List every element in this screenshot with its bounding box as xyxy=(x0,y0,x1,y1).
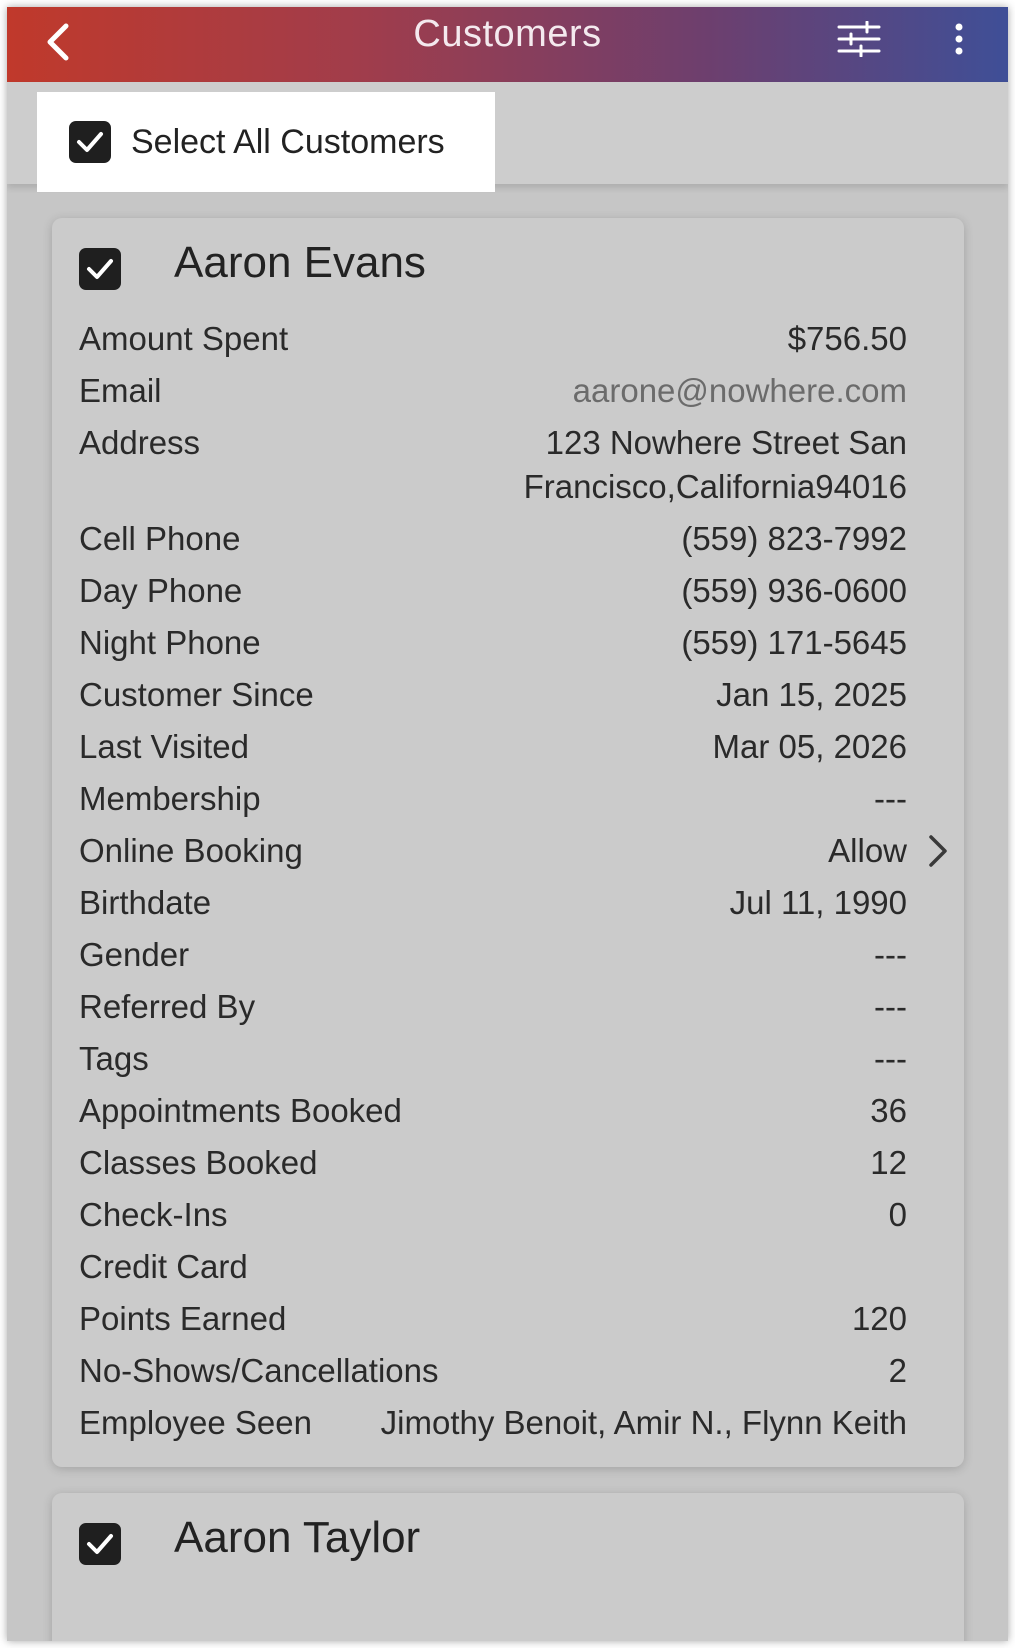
detail-row-check-ins: Check-Ins 0 xyxy=(79,1189,907,1241)
detail-row-membership: Membership --- xyxy=(79,773,907,825)
detail-value: Jan 15, 2025 xyxy=(716,676,907,713)
more-button[interactable] xyxy=(944,17,974,61)
detail-label: Email xyxy=(79,372,162,409)
detail-label: Amount Spent xyxy=(79,320,289,357)
detail-row-points-earned: Points Earned 120 xyxy=(79,1293,907,1345)
customer-checkbox[interactable] xyxy=(79,248,121,290)
checkmark-icon xyxy=(77,132,103,152)
detail-row-online-booking[interactable]: Online Booking Allow xyxy=(79,825,947,877)
email-link[interactable]: aarone@nowhere.com xyxy=(573,365,907,417)
detail-row-amount-spent: Amount Spent $756.50 xyxy=(79,313,907,365)
detail-row-credit-card: Credit Card xyxy=(79,1241,907,1293)
detail-value: Mar 05, 2026 xyxy=(712,728,907,765)
detail-label: Last Visited xyxy=(79,728,249,765)
detail-label: Birthdate xyxy=(79,884,212,921)
detail-row-gender: Gender --- xyxy=(79,929,907,981)
detail-row-no-shows: No-Shows/Cancellations 2 xyxy=(79,1345,907,1397)
detail-label: Cell Phone xyxy=(79,520,241,557)
detail-row-address: Address 123 Nowhere Street San Francisco… xyxy=(79,417,907,509)
more-vertical-icon xyxy=(955,23,963,55)
customer-card-header xyxy=(79,1523,121,1565)
detail-row-day-phone: Day Phone (559) 936-0600 xyxy=(79,565,907,617)
detail-value: --- xyxy=(874,780,907,817)
detail-row-night-phone: Night Phone (559) 171-5645 xyxy=(79,617,907,669)
checkmark-icon xyxy=(87,1534,113,1554)
customer-name: Aaron Evans xyxy=(174,238,426,287)
detail-label: Online Booking xyxy=(79,832,303,869)
detail-row-birthdate: Birthdate Jul 11, 1990 xyxy=(79,877,907,929)
sliders-icon xyxy=(837,21,881,57)
chevron-right-icon[interactable] xyxy=(923,831,953,871)
detail-label: Membership xyxy=(79,780,261,817)
detail-label: Classes Booked xyxy=(79,1144,318,1181)
customer-details: Amount Spent $756.50 Email aarone@nowher… xyxy=(79,313,947,1449)
detail-label: Credit Card xyxy=(79,1248,248,1285)
customer-card[interactable]: Aaron Evans Amount Spent $756.50 Email a… xyxy=(52,218,964,1467)
detail-label: No-Shows/Cancellations xyxy=(79,1352,439,1389)
detail-label: Day Phone xyxy=(79,572,243,609)
detail-value: (559) 936-0600 xyxy=(681,572,907,609)
detail-label: Gender xyxy=(79,936,190,973)
detail-value: Jul 11, 1990 xyxy=(729,884,907,921)
detail-label: Check-Ins xyxy=(79,1196,228,1233)
detail-value: 120 xyxy=(851,1300,907,1337)
detail-label: Customer Since xyxy=(79,676,314,713)
detail-label: Address xyxy=(79,424,201,461)
detail-row-appointments-booked: Appointments Booked 36 xyxy=(79,1085,907,1137)
detail-label: Referred By xyxy=(79,988,256,1025)
detail-label: Tags xyxy=(79,1040,149,1077)
customer-card[interactable]: Aaron Taylor xyxy=(52,1493,964,1641)
detail-value: --- xyxy=(874,1040,907,1077)
detail-value: 123 Nowhere Street San Francisco,Califor… xyxy=(523,424,907,505)
detail-label: Appointments Booked xyxy=(79,1092,402,1129)
detail-label: Night Phone xyxy=(79,624,261,661)
detail-value: $756.50 xyxy=(787,320,907,357)
detail-value: (559) 823-7992 xyxy=(681,520,907,557)
detail-row-last-visited: Last Visited Mar 05, 2026 xyxy=(79,721,907,773)
select-all-checkbox[interactable] xyxy=(69,121,111,163)
navigation-bar: Customers xyxy=(7,7,1008,82)
detail-value: (559) 171-5645 xyxy=(681,624,907,661)
detail-value: 0 xyxy=(888,1196,907,1233)
customer-card-header xyxy=(79,248,121,290)
detail-value: 36 xyxy=(870,1092,907,1129)
detail-row-classes-booked: Classes Booked 12 xyxy=(79,1137,907,1189)
detail-value: 2 xyxy=(888,1352,907,1389)
detail-value: 12 xyxy=(870,1144,907,1181)
customer-checkbox[interactable] xyxy=(79,1523,121,1565)
detail-row-email: Email aarone@nowhere.com xyxy=(79,365,907,417)
select-all-customers[interactable]: Select All Customers xyxy=(37,92,495,192)
detail-value: Jimothy Benoit, Amir N., Flynn Keith xyxy=(380,1404,907,1441)
detail-value: --- xyxy=(874,988,907,1025)
checkmark-icon xyxy=(87,259,113,279)
detail-value: Allow xyxy=(828,832,907,869)
select-all-bar: Select All Customers xyxy=(7,82,1008,192)
app-frame: Customers Select All Customers Aaron Eva… xyxy=(7,7,1008,1641)
detail-row-employee-seen: Employee Seen Jimothy Benoit, Amir N., F… xyxy=(79,1397,907,1449)
customer-name: Aaron Taylor xyxy=(174,1513,421,1562)
detail-label: Points Earned xyxy=(79,1300,287,1337)
filter-button[interactable] xyxy=(835,17,883,61)
detail-row-customer-since: Customer Since Jan 15, 2025 xyxy=(79,669,907,721)
detail-value: --- xyxy=(874,936,907,973)
detail-row-cell-phone: Cell Phone (559) 823-7992 xyxy=(79,513,907,565)
detail-label: Employee Seen xyxy=(79,1404,312,1441)
select-all-label: Select All Customers xyxy=(131,122,445,161)
detail-row-tags: Tags --- xyxy=(79,1033,907,1085)
detail-row-referred-by: Referred By --- xyxy=(79,981,907,1033)
